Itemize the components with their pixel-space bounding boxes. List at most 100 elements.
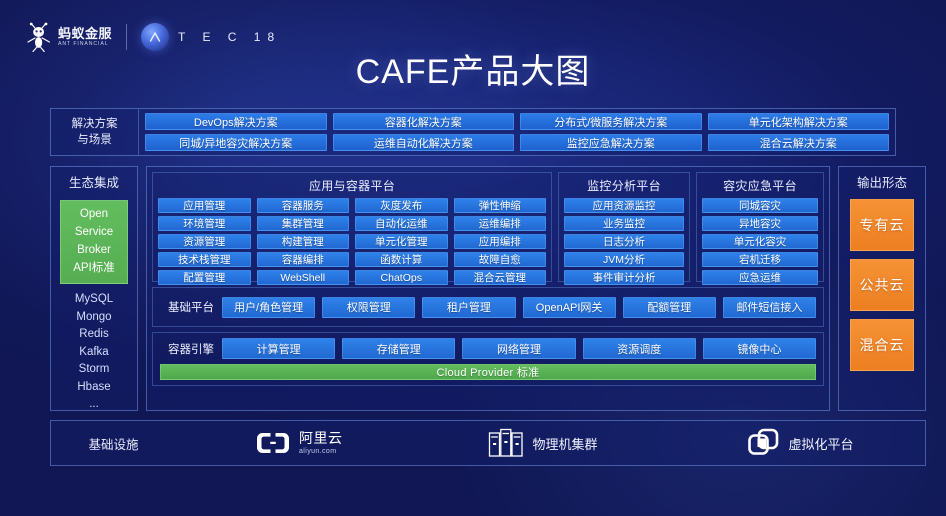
atec-wordmark: T E C 18: [178, 30, 282, 44]
platform-cell[interactable]: 构建管理: [256, 234, 349, 249]
platform-cell[interactable]: 业务监控: [564, 216, 684, 231]
solution-chip[interactable]: DevOps解决方案: [145, 113, 327, 130]
monitor-platform-group: 监控分析平台 应用资源监控 业务监控 日志分析 JVM分析 事件审计分析: [558, 172, 690, 285]
solution-chip[interactable]: 单元化架构解决方案: [707, 113, 889, 130]
list-item: Redis: [79, 328, 109, 341]
platform-cell[interactable]: 混合云管理: [453, 270, 546, 285]
engine-cell[interactable]: 计算管理: [222, 338, 336, 359]
infrastructure-label: 基础设施: [88, 437, 139, 452]
platform-cell[interactable]: 单元化容灾: [702, 234, 818, 249]
platform-cell[interactable]: 弹性伸缩: [453, 198, 546, 213]
ecosystem-highlight-item: Broker: [77, 243, 111, 256]
output-form-box[interactable]: 混合云: [850, 319, 914, 372]
engine-cell[interactable]: 存储管理: [342, 338, 456, 359]
output-form-box[interactable]: 专有云: [850, 199, 914, 252]
platform-cell[interactable]: 应用管理: [158, 198, 251, 213]
app-platform-column: 灰度发布 自动化运维 单元化管理 函数计算 ChatOps: [355, 198, 448, 285]
output-form-box[interactable]: 公共云: [850, 259, 914, 312]
infra-item-virtualization: 虚拟化平台: [747, 428, 854, 458]
base-platform-cell[interactable]: 配额管理: [622, 296, 716, 318]
container-engine-label: 容器引擎: [168, 343, 214, 356]
container-engine-items: 计算管理 存储管理 网络管理 资源调度 镜像中心: [222, 338, 817, 359]
platform-groups: 应用与容器平台 应用管理 环境管理 资源管理 技术栈管理 配置管理 容器服务 集…: [152, 172, 824, 285]
base-platform-cell[interactable]: OpenAPI网关: [522, 296, 616, 318]
monitor-platform-columns: 应用资源监控 业务监控 日志分析 JVM分析 事件审计分析: [564, 198, 684, 285]
platform-cell[interactable]: ChatOps: [355, 270, 448, 285]
platform-cell[interactable]: 日志分析: [564, 234, 684, 249]
list-item: Kafka: [79, 345, 109, 358]
platform-cell[interactable]: 应急运维: [702, 270, 818, 285]
solutions-rows: DevOps解决方案 容器化解决方案 分布式/微服务解决方案 单元化架构解决方案…: [139, 109, 895, 155]
solutions-panel: 解决方案 与场景 DevOps解决方案 容器化解决方案 分布式/微服务解决方案 …: [50, 108, 896, 156]
platform-cell[interactable]: 自动化运维: [355, 216, 448, 231]
solutions-label: 解决方案 与场景: [51, 109, 139, 155]
solution-chip[interactable]: 监控应急解决方案: [520, 134, 702, 151]
base-platform-cell[interactable]: 用户/角色管理: [222, 296, 316, 318]
output-forms-panel: 输出形态 专有云 公共云 混合云: [838, 166, 926, 411]
solution-chip[interactable]: 分布式/微服务解决方案: [520, 113, 702, 130]
base-platform-label: 基础平台: [168, 302, 214, 314]
solution-chip[interactable]: 混合云解决方案: [707, 134, 889, 151]
platform-cell[interactable]: 事件审计分析: [564, 270, 684, 285]
solutions-row-1: DevOps解决方案 容器化解决方案 分布式/微服务解决方案 单元化架构解决方案: [145, 113, 889, 130]
solution-chip[interactable]: 运维自动化解决方案: [332, 134, 514, 151]
base-platform-items: 用户/角色管理 权限管理 租户管理 OpenAPI网关 配额管理 邮件短信接入: [222, 296, 817, 318]
infrastructure-panel: 基础设施 阿里云 aliyun.com 物理机集群 虚拟化平台: [50, 420, 926, 466]
platform-cell[interactable]: 单元化管理: [355, 234, 448, 249]
app-platform-column: 弹性伸缩 运维编排 应用编排 故障自愈 混合云管理: [453, 198, 546, 285]
monitor-platform-title: 监控分析平台: [587, 179, 661, 193]
platform-cell[interactable]: 技术栈管理: [158, 252, 251, 267]
engine-cell[interactable]: 网络管理: [462, 338, 576, 359]
platform-cell[interactable]: 故障自愈: [453, 252, 546, 267]
platform-cell[interactable]: 集群管理: [256, 216, 349, 231]
base-platform-row: 基础平台 用户/角色管理 权限管理 租户管理 OpenAPI网关 配额管理 邮件…: [152, 287, 824, 327]
app-container-platform-group: 应用与容器平台 应用管理 环境管理 资源管理 技术栈管理 配置管理 容器服务 集…: [152, 172, 552, 285]
base-platform-cell[interactable]: 租户管理: [422, 296, 516, 318]
platform-cell[interactable]: 配置管理: [158, 270, 251, 285]
platform-cell[interactable]: 环境管理: [158, 216, 251, 231]
platform-cell[interactable]: WebShell: [256, 270, 349, 285]
platform-cell[interactable]: 容器服务: [256, 198, 349, 213]
engine-cell[interactable]: 资源调度: [582, 338, 696, 359]
dr-platform-column: 同城容灾 异地容灾 单元化容灾 宕机迁移 应急运维: [702, 198, 818, 285]
platform-cell[interactable]: 应用资源监控: [564, 198, 684, 213]
platform-cell[interactable]: 宕机迁移: [702, 252, 818, 267]
physical-cluster-label: 物理机集群: [532, 436, 598, 452]
container-engine-row: 容器引擎 计算管理 存储管理 网络管理 资源调度 镜像中心 Cloud Prov…: [152, 332, 824, 386]
platform-cell[interactable]: 容器编排: [256, 252, 349, 267]
solutions-row-2: 同城/异地容灾解决方案 运维自动化解决方案 监控应急解决方案 混合云解决方案: [145, 134, 889, 151]
dr-platform-columns: 同城容灾 异地容灾 单元化容灾 宕机迁移 应急运维: [702, 198, 818, 285]
aliyun-text: 阿里云 aliyun.com: [299, 431, 343, 455]
ant-brand-cn: 蚂蚁金服: [58, 25, 113, 41]
page-title: CAFE产品大图: [355, 53, 591, 91]
solution-chip[interactable]: 容器化解决方案: [332, 113, 514, 130]
platform-cell[interactable]: 应用编排: [453, 234, 546, 249]
base-platform-cell[interactable]: 权限管理: [322, 296, 416, 318]
engine-cell[interactable]: 镜像中心: [702, 338, 817, 359]
cloud-provider-standard-bar: Cloud Provider 标准: [160, 364, 816, 380]
platform-cell[interactable]: 灰度发布: [355, 198, 448, 213]
ecosystem-title: 生态集成: [68, 176, 119, 190]
monitor-platform-column: 应用资源监控 业务监控 日志分析 JVM分析 事件审计分析: [564, 198, 684, 285]
base-platform-cell[interactable]: 邮件短信接入: [722, 296, 817, 318]
platform-cell[interactable]: JVM分析: [564, 252, 684, 267]
solution-chip[interactable]: 同城/异地容灾解决方案: [145, 134, 327, 151]
list-item: Hbase: [77, 380, 111, 393]
infra-item-physical-cluster: 物理机集群: [488, 428, 598, 458]
app-platform-column: 容器服务 集群管理 构建管理 容器编排 WebShell: [256, 198, 349, 285]
infra-item-aliyun: 阿里云 aliyun.com: [256, 430, 343, 456]
platform-cell[interactable]: 同城容灾: [702, 198, 818, 213]
disaster-recovery-platform-group: 容灾应急平台 同城容灾 异地容灾 单元化容灾 宕机迁移 应急运维: [696, 172, 824, 285]
aliyun-name-cn: 阿里云: [299, 429, 343, 446]
virtualization-label: 虚拟化平台: [788, 436, 854, 452]
list-item: ...: [89, 398, 99, 411]
ecosystem-list: MySQL Mongo Redis Kafka Storm Hbase ...: [57, 291, 131, 413]
aliyun-name-en: aliyun.com: [299, 447, 337, 455]
platform-cell[interactable]: 资源管理: [158, 234, 251, 249]
app-platform-columns: 应用管理 环境管理 资源管理 技术栈管理 配置管理 容器服务 集群管理 构建管理…: [158, 198, 546, 285]
list-item: Storm: [78, 363, 110, 376]
container-engine-items-row: 容器引擎 计算管理 存储管理 网络管理 资源调度 镜像中心: [160, 338, 817, 359]
platform-cell[interactable]: 函数计算: [355, 252, 448, 267]
platform-cell[interactable]: 异地容灾: [702, 216, 818, 231]
platform-cell[interactable]: 运维编排: [453, 216, 546, 231]
